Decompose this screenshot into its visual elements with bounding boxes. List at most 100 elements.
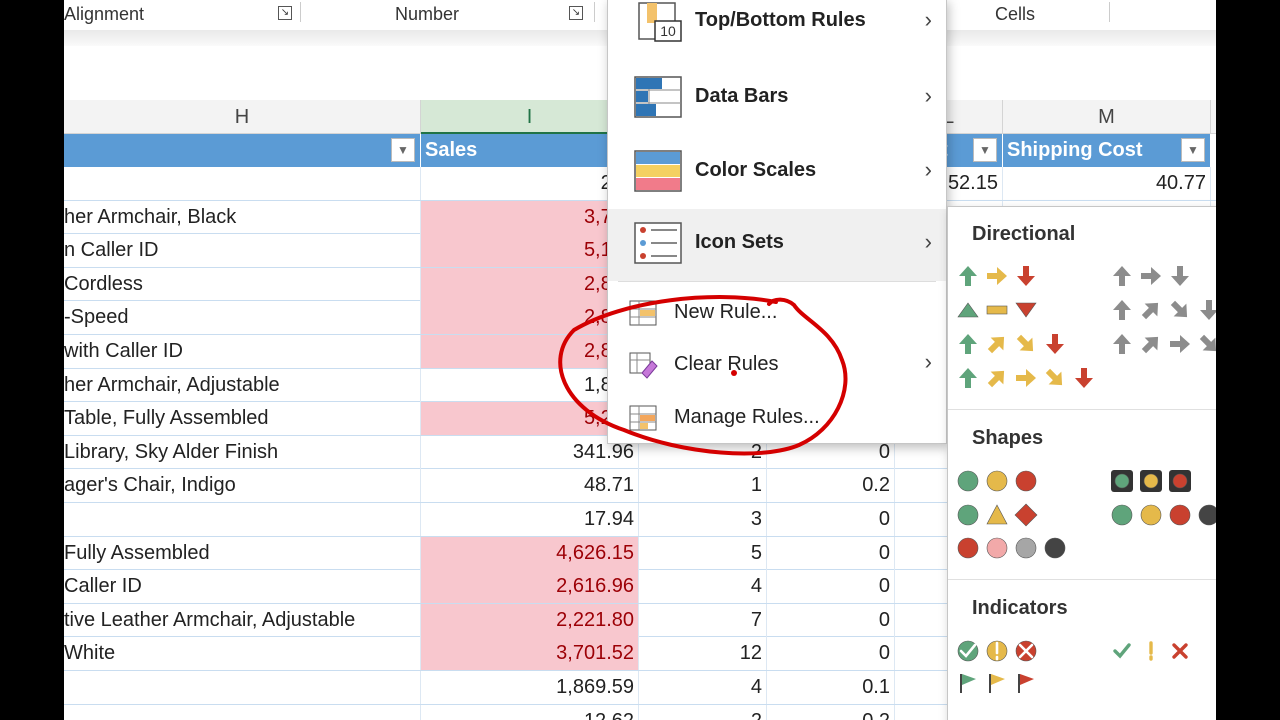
filter-dropdown-icon[interactable]: ▼: [973, 138, 997, 162]
quantity-cell[interactable]: 1: [639, 469, 767, 503]
sales-cell[interactable]: 2,221.80: [421, 603, 639, 637]
product-name-cell[interactable]: White: [64, 637, 421, 671]
quantity-cell[interactable]: 7: [639, 603, 767, 637]
menu-item-clear-rules[interactable]: Clear Rules ›: [608, 339, 946, 391]
menu-item-new-rule[interactable]: New Rule...: [608, 287, 946, 339]
discount-cell[interactable]: 0: [767, 603, 895, 637]
arrow-up-right-icon: [1141, 336, 1159, 354]
menu-item-data-bars[interactable]: Data Bars ›: [608, 63, 946, 135]
filter-dropdown-icon[interactable]: ▼: [1181, 138, 1205, 162]
sales-cell[interactable]: 3,701.52: [421, 637, 639, 671]
submenu-chevron-icon: ›: [924, 157, 932, 182]
product-name-cell[interactable]: her Armchair, Adjustable: [64, 368, 421, 402]
discount-cell[interactable]: 0.2: [767, 704, 895, 720]
quantity-cell[interactable]: 12: [639, 637, 767, 671]
sales-cell[interactable]: 17.94: [421, 503, 639, 536]
shipping-cost-cell[interactable]: 40.77: [1003, 167, 1211, 200]
product-name-cell[interactable]: Cordless: [64, 267, 421, 301]
directional-3-arrows-gray[interactable]: [1110, 264, 1197, 290]
menu-item-top-bottom-rules[interactable]: 10 Top/Bottom Rules ›: [608, 0, 946, 59]
checkmark-icon: [1113, 643, 1131, 659]
product-name-cell[interactable]: with Caller ID: [64, 335, 421, 368]
triangle-icon: [986, 504, 1008, 525]
excel-window: Alignment ↘ Number ↘ Cells H I L M ▼ Sal…: [64, 0, 1216, 720]
sales-cell[interactable]: 4,626.15: [421, 536, 639, 570]
sales-cell[interactable]: 1,869.59: [421, 671, 639, 704]
product-name-cell[interactable]: -Speed: [64, 301, 421, 335]
discount-cell[interactable]: 0: [767, 536, 895, 570]
product-name-cell[interactable]: ager's Chair, Indigo: [64, 469, 421, 503]
directional-5-arrows-gray[interactable]: [1110, 332, 1216, 358]
discount-cell[interactable]: 0: [767, 503, 895, 536]
data-bars-label: Data Bars: [695, 85, 789, 107]
product-name-header[interactable]: ▼: [64, 134, 421, 167]
manage-rules-icon: [629, 405, 657, 431]
quantity-cell[interactable]: 2: [639, 704, 767, 720]
shapes-red-to-black[interactable]: [956, 536, 1072, 562]
quantity-cell[interactable]: 4: [639, 570, 767, 604]
menu-item-color-scales[interactable]: Color Scales ›: [608, 137, 946, 209]
product-name-cell[interactable]: Fully Assembled: [64, 536, 421, 570]
sales-cell[interactable]: 2,616.96: [421, 570, 639, 604]
circle-icon: [1169, 470, 1191, 492]
discount-cell[interactable]: 0: [767, 637, 895, 671]
clear-rules-label: Clear Rules: [674, 353, 779, 375]
sales-cell[interactable]: 12.62: [421, 704, 639, 720]
data-bars-icon: [634, 76, 682, 118]
alignment-dialog-launcher-icon[interactable]: ↘: [278, 6, 292, 20]
circle-icon: [1140, 504, 1162, 526]
shapes-4-traffic-lights[interactable]: [1110, 503, 1216, 529]
column-header-h[interactable]: H: [64, 100, 421, 134]
column-header-m[interactable]: M: [1003, 100, 1211, 134]
discount-cell[interactable]: 0: [767, 570, 895, 604]
shipping-cost-header[interactable]: Shipping Cost ▼: [1003, 134, 1211, 167]
shapes-3-traffic-lights-rimmed[interactable]: [1110, 469, 1197, 495]
directional-5-arrows-colored[interactable]: [956, 366, 1101, 392]
submenu-chevron-icon: ›: [924, 83, 932, 108]
product-name-cell[interactable]: Library, Sky Alder Finish: [64, 435, 421, 469]
quantity-cell[interactable]: 4: [639, 671, 767, 704]
quantity-cell[interactable]: 3: [639, 503, 767, 536]
directional-4-arrows-colored[interactable]: [956, 332, 1072, 358]
filter-dropdown-icon[interactable]: ▼: [391, 138, 415, 162]
color-scales-label: Color Scales: [695, 159, 817, 181]
product-name-cell[interactable]: [64, 503, 421, 536]
cells-group-label: Cells: [995, 4, 1036, 24]
circle-icon: [986, 537, 1008, 559]
menu-item-icon-sets[interactable]: Icon Sets ›: [608, 209, 946, 281]
product-name-cell[interactable]: [64, 704, 421, 720]
discount-cell[interactable]: 0.2: [767, 469, 895, 503]
product-name-cell[interactable]: her Armchair, Black: [64, 200, 421, 234]
directional-4-arrows-gray[interactable]: [1110, 298, 1216, 324]
arrow-down-icon: [1017, 266, 1035, 286]
new-rule-icon: [629, 300, 657, 326]
circle-icon: [1169, 504, 1191, 526]
circle-icon: [957, 537, 979, 559]
product-name-cell[interactable]: n Caller ID: [64, 234, 421, 268]
x-mark-icon: [1172, 643, 1188, 659]
product-name-cell[interactable]: Table, Fully Assembled: [64, 402, 421, 436]
indicators-3-symbols-circled[interactable]: [956, 639, 1043, 665]
indicators-section-title: Indicators: [972, 597, 1068, 619]
shapes-3-signs[interactable]: [956, 503, 1043, 529]
shapes-3-traffic-lights-unrimmed[interactable]: [956, 469, 1043, 495]
sales-cell[interactable]: 48.71: [421, 469, 639, 503]
section-separator: [948, 409, 1216, 410]
directional-3-arrows-colored[interactable]: [956, 264, 1043, 290]
number-dialog-launcher-icon[interactable]: ↘: [569, 6, 583, 20]
ribbon-separator: [300, 2, 301, 22]
product-name-cell[interactable]: tive Leather Armchair, Adjustable: [64, 603, 421, 637]
sales-header-label: Sales: [425, 139, 478, 161]
product-name-cell[interactable]: [64, 167, 421, 200]
flag-icon: [989, 674, 1005, 693]
discount-cell[interactable]: 0.1: [767, 671, 895, 704]
directional-3-triangles[interactable]: [956, 298, 1043, 324]
indicators-3-symbols-uncircled[interactable]: [1110, 639, 1197, 665]
tri-down-icon: [1015, 302, 1037, 318]
product-name-cell[interactable]: Caller ID: [64, 570, 421, 604]
quantity-cell[interactable]: 5: [639, 536, 767, 570]
arrow-up-icon: [959, 334, 977, 354]
indicators-3-flags[interactable]: [956, 671, 1043, 697]
product-name-cell[interactable]: [64, 671, 421, 704]
menu-item-manage-rules[interactable]: Manage Rules...: [608, 392, 946, 444]
